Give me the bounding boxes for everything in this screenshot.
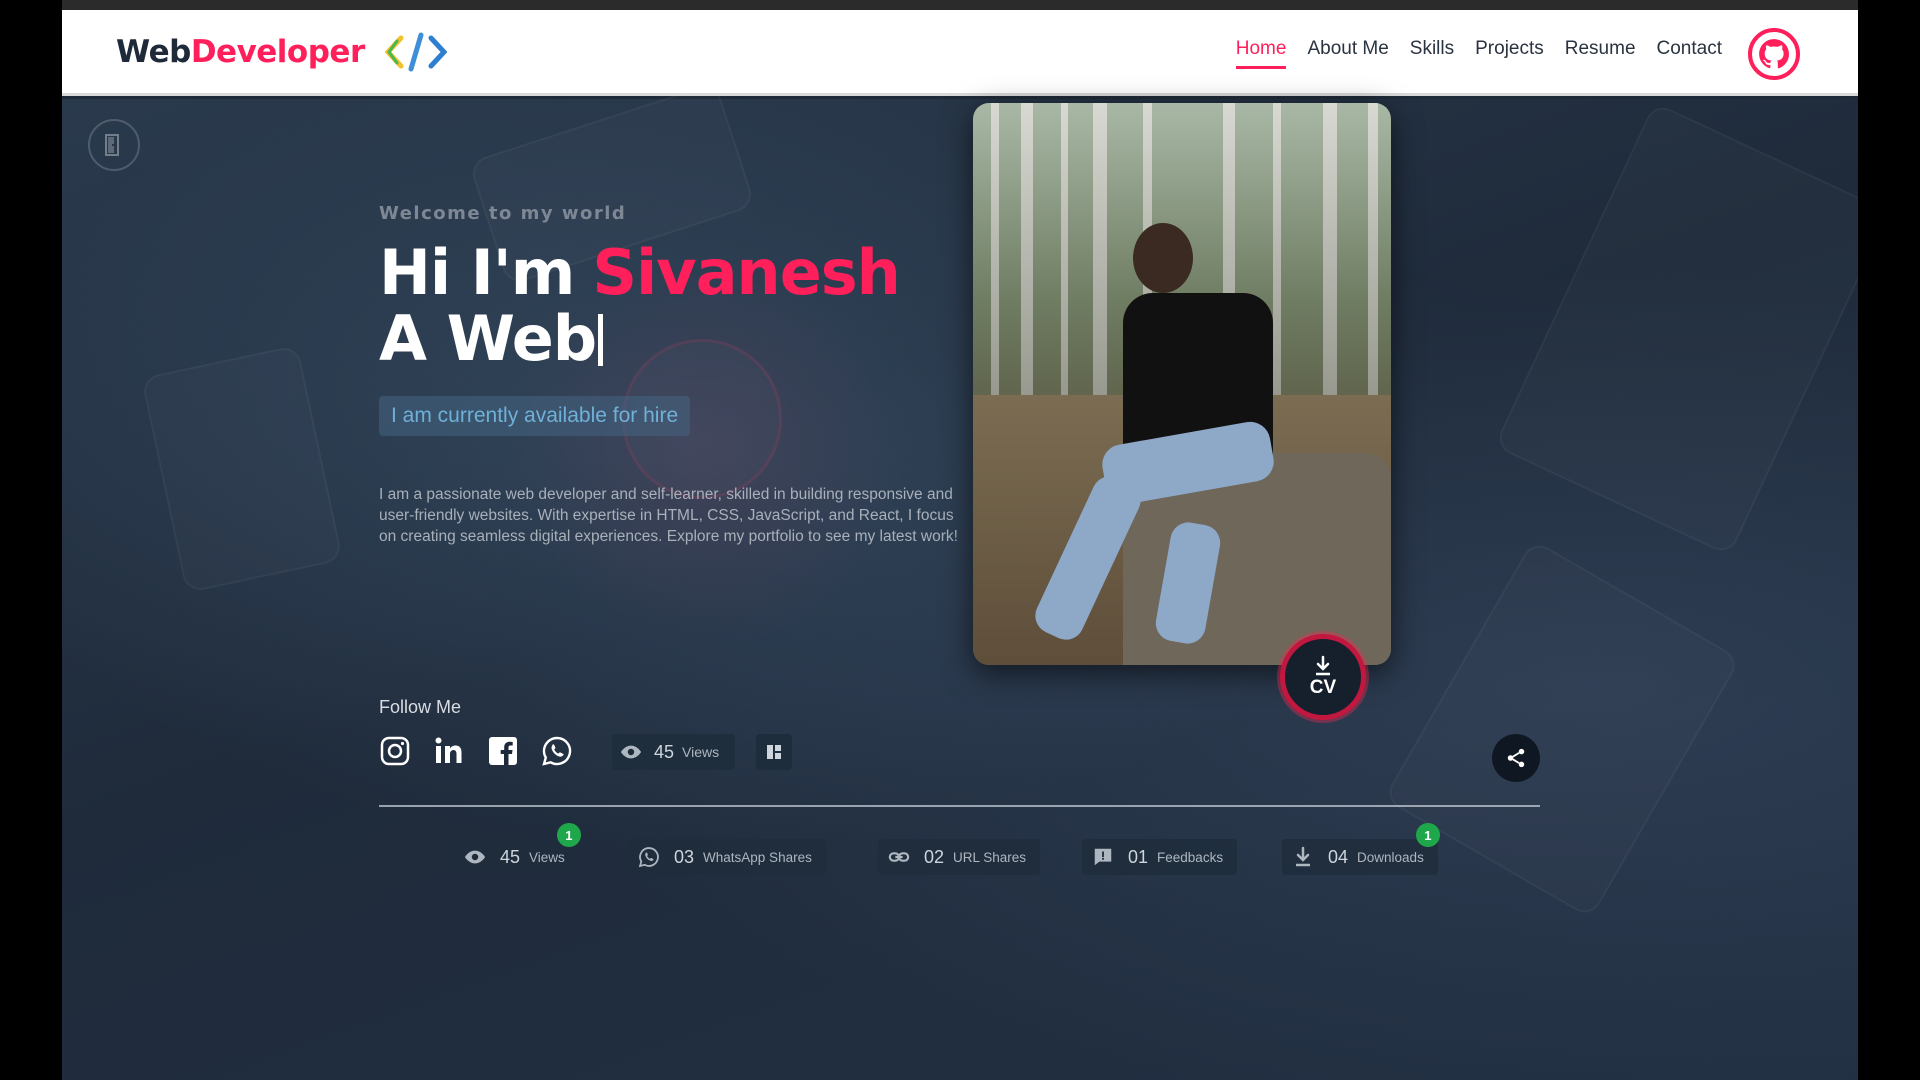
github-icon[interactable] (1748, 28, 1800, 80)
profile-photo (973, 103, 1391, 665)
stat-feedbacks-label: Feedbacks (1157, 849, 1224, 865)
nav-skills[interactable]: Skills (1410, 38, 1454, 69)
eye-icon (620, 745, 642, 759)
typing-cursor (598, 314, 604, 366)
stat-downloads-label: Downloads (1357, 849, 1424, 865)
stat-views-count: 45 (500, 846, 521, 867)
views-label: Views (682, 744, 720, 760)
download-cv-button[interactable]: CV (1280, 634, 1366, 720)
whatsapp-icon[interactable] (541, 735, 573, 767)
hero-section (62, 82, 1858, 1080)
notification-badge: 1 (1415, 823, 1440, 847)
nav-home[interactable]: Home (1235, 38, 1287, 69)
stat-whatsapp-count: 03 (674, 846, 695, 867)
stat-url-count: 02 (924, 846, 945, 867)
nav-projects[interactable]: Projects (1475, 38, 1544, 69)
feedback-icon (1094, 848, 1112, 866)
hero-name: Sivanesh (592, 236, 900, 309)
section-divider (379, 805, 1540, 807)
views-counter: 45 Views (612, 734, 736, 770)
notification-badge: 1 (556, 823, 581, 847)
stat-url-label: URL Shares (953, 849, 1027, 865)
linkedin-icon[interactable] (433, 735, 465, 767)
link-icon (888, 852, 910, 862)
browser-frame: Web Developer Home About Me Skills Projec… (62, 0, 1858, 1080)
stat-url-shares: 02 URL Shares (878, 839, 1041, 875)
whatsapp-icon (638, 847, 659, 868)
stat-feedbacks: 01 Feedbacks (1082, 839, 1238, 875)
follow-title: Follow Me (379, 697, 462, 717)
share-icon[interactable] (1492, 734, 1540, 782)
cv-label: CV (1309, 677, 1337, 698)
stat-views-label: Views (529, 849, 565, 865)
code-brackets-icon (384, 32, 447, 72)
stat-whatsapp-label: WhatsApp Shares (703, 849, 812, 865)
site-header: Web Developer Home About Me Skills Projec… (62, 10, 1858, 96)
site-logo[interactable]: Web Developer (116, 32, 447, 72)
stat-feedbacks-count: 01 (1128, 846, 1149, 867)
nav-contact[interactable]: Contact (1657, 38, 1722, 69)
typing-text: A Web (379, 302, 597, 375)
instagram-icon[interactable] (379, 735, 411, 767)
dashboard-grid-icon[interactable] (756, 734, 792, 770)
about-paragraph: I am a passionate web developer and self… (379, 486, 958, 545)
greeting-text: Hi I'm (379, 236, 575, 309)
background-device-shape (140, 344, 344, 594)
hire-status-badge: I am currently available for hire (379, 396, 691, 436)
welcome-text: Welcome to my world (379, 203, 627, 224)
views-count: 45 (654, 741, 675, 762)
nav-resume[interactable]: Resume (1565, 38, 1636, 69)
main-nav: Home About Me Skills Projects Resume Con… (1215, 38, 1722, 69)
eye-icon (464, 850, 486, 864)
exit-door-icon[interactable] (88, 119, 140, 171)
stat-whatsapp-shares: 03 WhatsApp Shares (628, 839, 826, 875)
hero-heading: Hi I'm Sivanesh A Web (379, 240, 901, 375)
facebook-icon[interactable] (487, 735, 519, 767)
stat-downloads: 04 Downloads 1 (1282, 823, 1440, 875)
nav-about[interactable]: About Me (1307, 38, 1388, 69)
download-icon (1316, 655, 1330, 676)
social-links (379, 735, 573, 767)
download-icon (1296, 846, 1310, 867)
background-device-shape (1493, 101, 1858, 557)
stat-views: 45 Views 1 (454, 823, 581, 875)
logo-web-text: Web (116, 34, 191, 70)
logo-developer-text: Developer (190, 34, 365, 70)
stat-downloads-count: 04 (1328, 846, 1349, 867)
